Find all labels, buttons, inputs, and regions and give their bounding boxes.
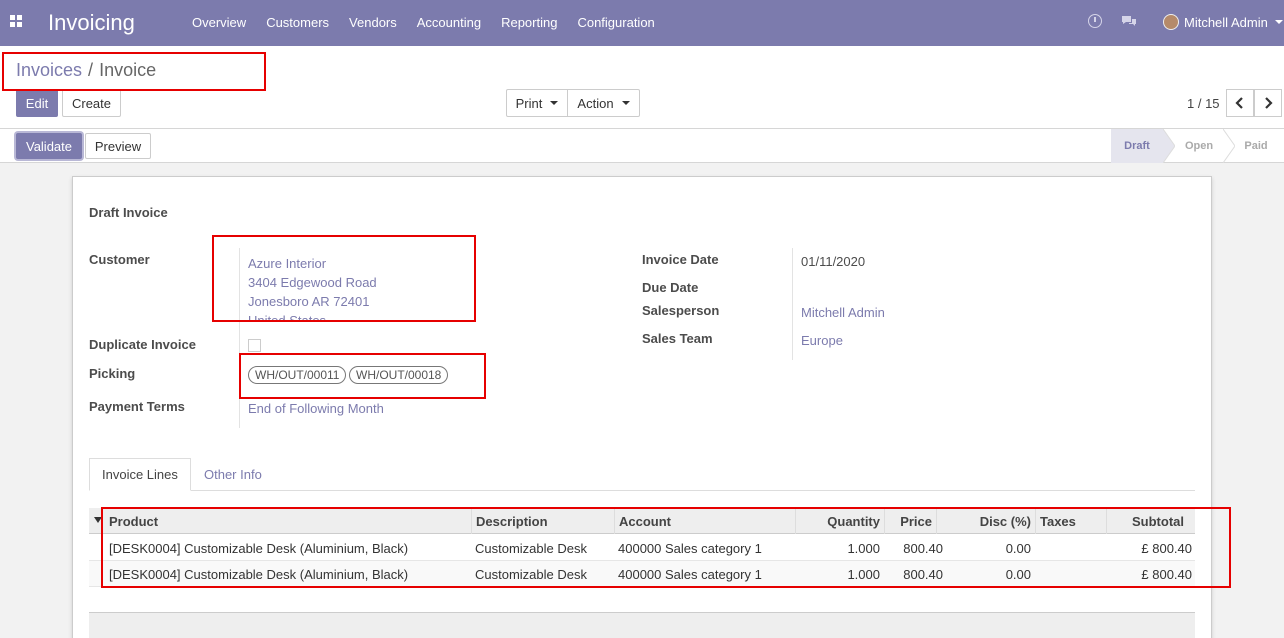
cell-subtotal: £ 800.40 [1141,566,1192,582]
action-label: Action [577,95,614,111]
cell-taxes [1035,561,1106,587]
duplicate-invoice-checkbox[interactable] [248,339,261,352]
stage-paid[interactable]: Paid [1235,129,1277,163]
customer-name: Azure Interior [248,256,327,271]
cell-product: [DESK0004] Customizable Desk (Aluminium,… [109,566,409,582]
print-dropdown[interactable]: Print [506,89,568,117]
column-header-subtotal[interactable]: Subtotal [1106,508,1195,534]
cell-account: 400000 Sales category 1 [618,566,762,582]
cell-discount: 0.00 [1005,540,1031,556]
user-menu[interactable]: Mitchell Admin [1163,14,1283,30]
cell-taxes [1035,535,1106,561]
chevron-down-icon [1274,20,1283,24]
chevron-down-icon [550,101,559,105]
notebook-tabs: Invoice Lines Other Info [89,458,1195,491]
chevron-right-icon [1265,97,1273,109]
print-label: Print [515,95,543,111]
user-name: Mitchell Admin [1184,14,1268,30]
cell-discount: 0.00 [1005,566,1031,582]
sort-caret-icon[interactable] [94,517,102,523]
invoice-date-value[interactable]: 01/11/2020 [801,254,865,269]
column-header-quantity[interactable]: Quantity [795,508,884,534]
menu-item-reporting[interactable]: Reporting [501,15,557,30]
table-row[interactable]: [DESK0004] Customizable Desk (Aluminium,… [89,535,1195,561]
cell-account: 400000 Sales category 1 [618,540,762,556]
field-divider [239,248,240,428]
salesperson-label: Salesperson [642,303,720,318]
stage-draft[interactable]: Draft [1111,129,1163,163]
tab-invoice-lines[interactable]: Invoice Lines [89,458,191,491]
pager-previous-button[interactable] [1226,89,1254,117]
column-header-price[interactable]: Price [884,508,936,534]
app-title: Invoicing [48,10,135,35]
duplicate-invoice-label: Duplicate Invoice [89,337,196,352]
column-header-description[interactable]: Description [471,508,614,534]
column-header-account[interactable]: Account [614,508,795,534]
field-divider [792,248,793,360]
cell-subtotal: £ 800.40 [1141,540,1192,556]
cell-description: Customizable Desk [475,540,587,556]
create-button[interactable]: Create [62,89,121,117]
main-menu: Overview Customers Vendors Accounting Re… [192,15,675,30]
customer-city: Jonesboro AR 72401 [248,294,370,309]
stage-divider [1223,129,1235,163]
breadcrumb-invoices-link[interactable]: Invoices [16,60,82,80]
top-navbar: Invoicing Overview Customers Vendors Acc… [0,0,1284,46]
customer-address[interactable]: Azure Interior 3404 Edgewood Road Jonesb… [248,254,473,322]
validate-button[interactable]: Validate [16,133,82,159]
pager-value[interactable]: 1 / 15 [1187,96,1220,111]
apps-menu-icon[interactable] [10,15,22,27]
cell-product: [DESK0004] Customizable Desk (Aluminium,… [109,540,409,556]
menu-item-configuration[interactable]: Configuration [577,15,654,30]
avatar [1163,14,1179,30]
cell-description: Customizable Desk [475,566,587,582]
status-bar: Validate Preview Draft Open Paid [0,129,1284,163]
chat-icon[interactable] [1121,15,1137,27]
menu-item-vendors[interactable]: Vendors [349,15,397,30]
stage-open[interactable]: Open [1175,129,1223,163]
sales-team-label: Sales Team [642,331,713,346]
preview-button[interactable]: Preview [85,133,151,159]
table-footer [89,612,1195,638]
pager-next-button[interactable] [1254,89,1282,117]
picking-tag[interactable]: WH/OUT/00018 [349,366,449,384]
breadcrumb-current: Invoice [99,60,157,80]
menu-item-accounting[interactable]: Accounting [417,15,481,30]
customer-street: 3404 Edgewood Road [248,275,377,290]
column-header-discount[interactable]: Disc (%) [936,508,1035,534]
payment-terms-label: Payment Terms [89,399,185,414]
cell-quantity: 1.000 [847,566,880,582]
edit-button[interactable]: Edit [16,89,58,117]
due-date-label: Due Date [642,280,699,295]
action-dropdown[interactable]: Action [567,89,640,117]
cell-price: 800.40 [903,566,943,582]
picking-label: Picking [89,366,136,381]
salesperson-value[interactable]: Mitchell Admin [801,305,885,320]
customer-label: Customer [89,252,150,267]
column-header-taxes[interactable]: Taxes [1035,508,1106,534]
stage-divider [1163,129,1175,163]
breadcrumb: Invoices / Invoice [16,60,156,81]
column-header-product[interactable]: Product [105,508,471,534]
activity-clock-icon[interactable] [1088,14,1102,28]
customer-country: United States [248,313,327,322]
payment-terms-value[interactable]: End of Following Month [248,401,384,416]
breadcrumb-separator: / [88,60,94,80]
table-header: Product Description Account Quantity Pri… [89,508,1195,534]
chevron-down-icon [621,101,630,105]
invoice-date-label: Invoice Date [642,252,719,267]
table-row[interactable]: [DESK0004] Customizable Desk (Aluminium,… [89,561,1195,587]
chevron-left-icon [1235,97,1243,109]
tab-other-info[interactable]: Other Info [204,458,262,491]
control-panel: Invoices / Invoice Edit Create Print Actio… [0,46,1284,129]
form-heading: Draft Invoice [89,205,168,220]
sales-team-value[interactable]: Europe [801,333,843,348]
cell-quantity: 1.000 [847,540,880,556]
menu-item-overview[interactable]: Overview [192,15,246,30]
picking-tag[interactable]: WH/OUT/00011 [248,366,347,384]
cell-price: 800.40 [903,540,943,556]
menu-item-customers[interactable]: Customers [266,15,329,30]
